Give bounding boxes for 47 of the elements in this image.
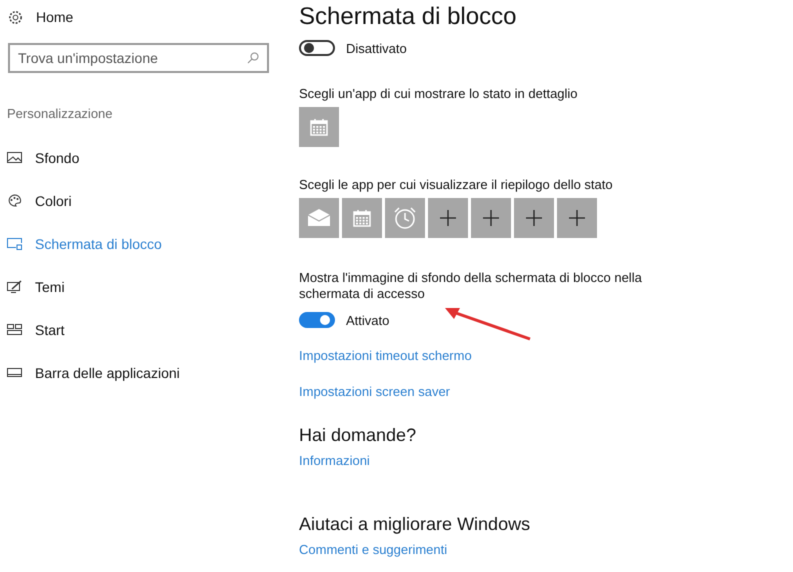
- toggle-label: Disattivato: [346, 40, 407, 56]
- plus-icon: [569, 210, 585, 226]
- app-tile[interactable]: [514, 198, 554, 238]
- help-link[interactable]: Commenti e suggerimenti: [299, 542, 448, 557]
- section-heading: Hai domande?: [299, 425, 418, 446]
- app-tile[interactable]: [385, 198, 425, 238]
- plus-icon: [440, 210, 456, 226]
- nav-item[interactable]: Sfondo: [7, 136, 270, 179]
- setting-label: Mostra l'immagine di sfondo della schermata di blocco nella schermata di accesso: [299, 270, 643, 302]
- app-tile[interactable]: [342, 198, 382, 238]
- envelope-icon: [307, 209, 331, 227]
- home-link[interactable]: Home: [36, 9, 74, 25]
- lock-screen-icon: [7, 237, 22, 250]
- app-tile[interactable]: [471, 198, 511, 238]
- calendar-icon: [310, 118, 328, 136]
- image-icon: [7, 151, 22, 164]
- settings-icon: [8, 10, 23, 24]
- search-field[interactable]: Trova un'impostazione: [8, 43, 269, 73]
- settings-link[interactable]: Impostazioni screen saver: [299, 384, 450, 399]
- taskbar-icon: [7, 366, 22, 379]
- app-tile[interactable]: [299, 107, 339, 147]
- nav-item[interactable]: Barra delle applicazioni: [7, 351, 270, 394]
- section-heading: Aiutaci a migliorare Windows: [299, 514, 532, 535]
- settings-link[interactable]: Impostazioni timeout schermo: [299, 348, 472, 363]
- plus-icon: [483, 210, 499, 226]
- nav-item[interactable]: Schermata di blocco: [7, 222, 270, 265]
- help-link[interactable]: Informazioni: [299, 453, 370, 468]
- setting-label: Scegli un'app di cui mostrare lo stato in dettaglio: [299, 86, 579, 101]
- toggle-label: Attivato: [346, 312, 390, 328]
- toggle-switch[interactable]: [299, 40, 335, 56]
- toggle-switch[interactable]: [299, 312, 335, 328]
- plus-icon: [526, 210, 542, 226]
- search-icon: [247, 52, 259, 64]
- nav-item[interactable]: Start: [7, 308, 270, 351]
- alarm-clock-icon: [393, 206, 417, 230]
- palette-icon: [7, 194, 22, 207]
- app-tile[interactable]: [428, 198, 468, 238]
- calendar-icon: [353, 209, 371, 227]
- nav-item[interactable]: Colori: [7, 179, 270, 222]
- monitor-brush-icon: [7, 280, 22, 293]
- nav-item[interactable]: Temi: [7, 265, 270, 308]
- start-tiles-icon: [7, 323, 22, 336]
- section-heading: Personalizzazione: [7, 106, 114, 121]
- app-tile[interactable]: [299, 198, 339, 238]
- page-title: Schermata di blocco: [299, 3, 518, 31]
- app-tile[interactable]: [557, 198, 597, 238]
- setting-label: Scegli le app per cui visualizzare il riepilogo dello stato: [299, 177, 614, 192]
